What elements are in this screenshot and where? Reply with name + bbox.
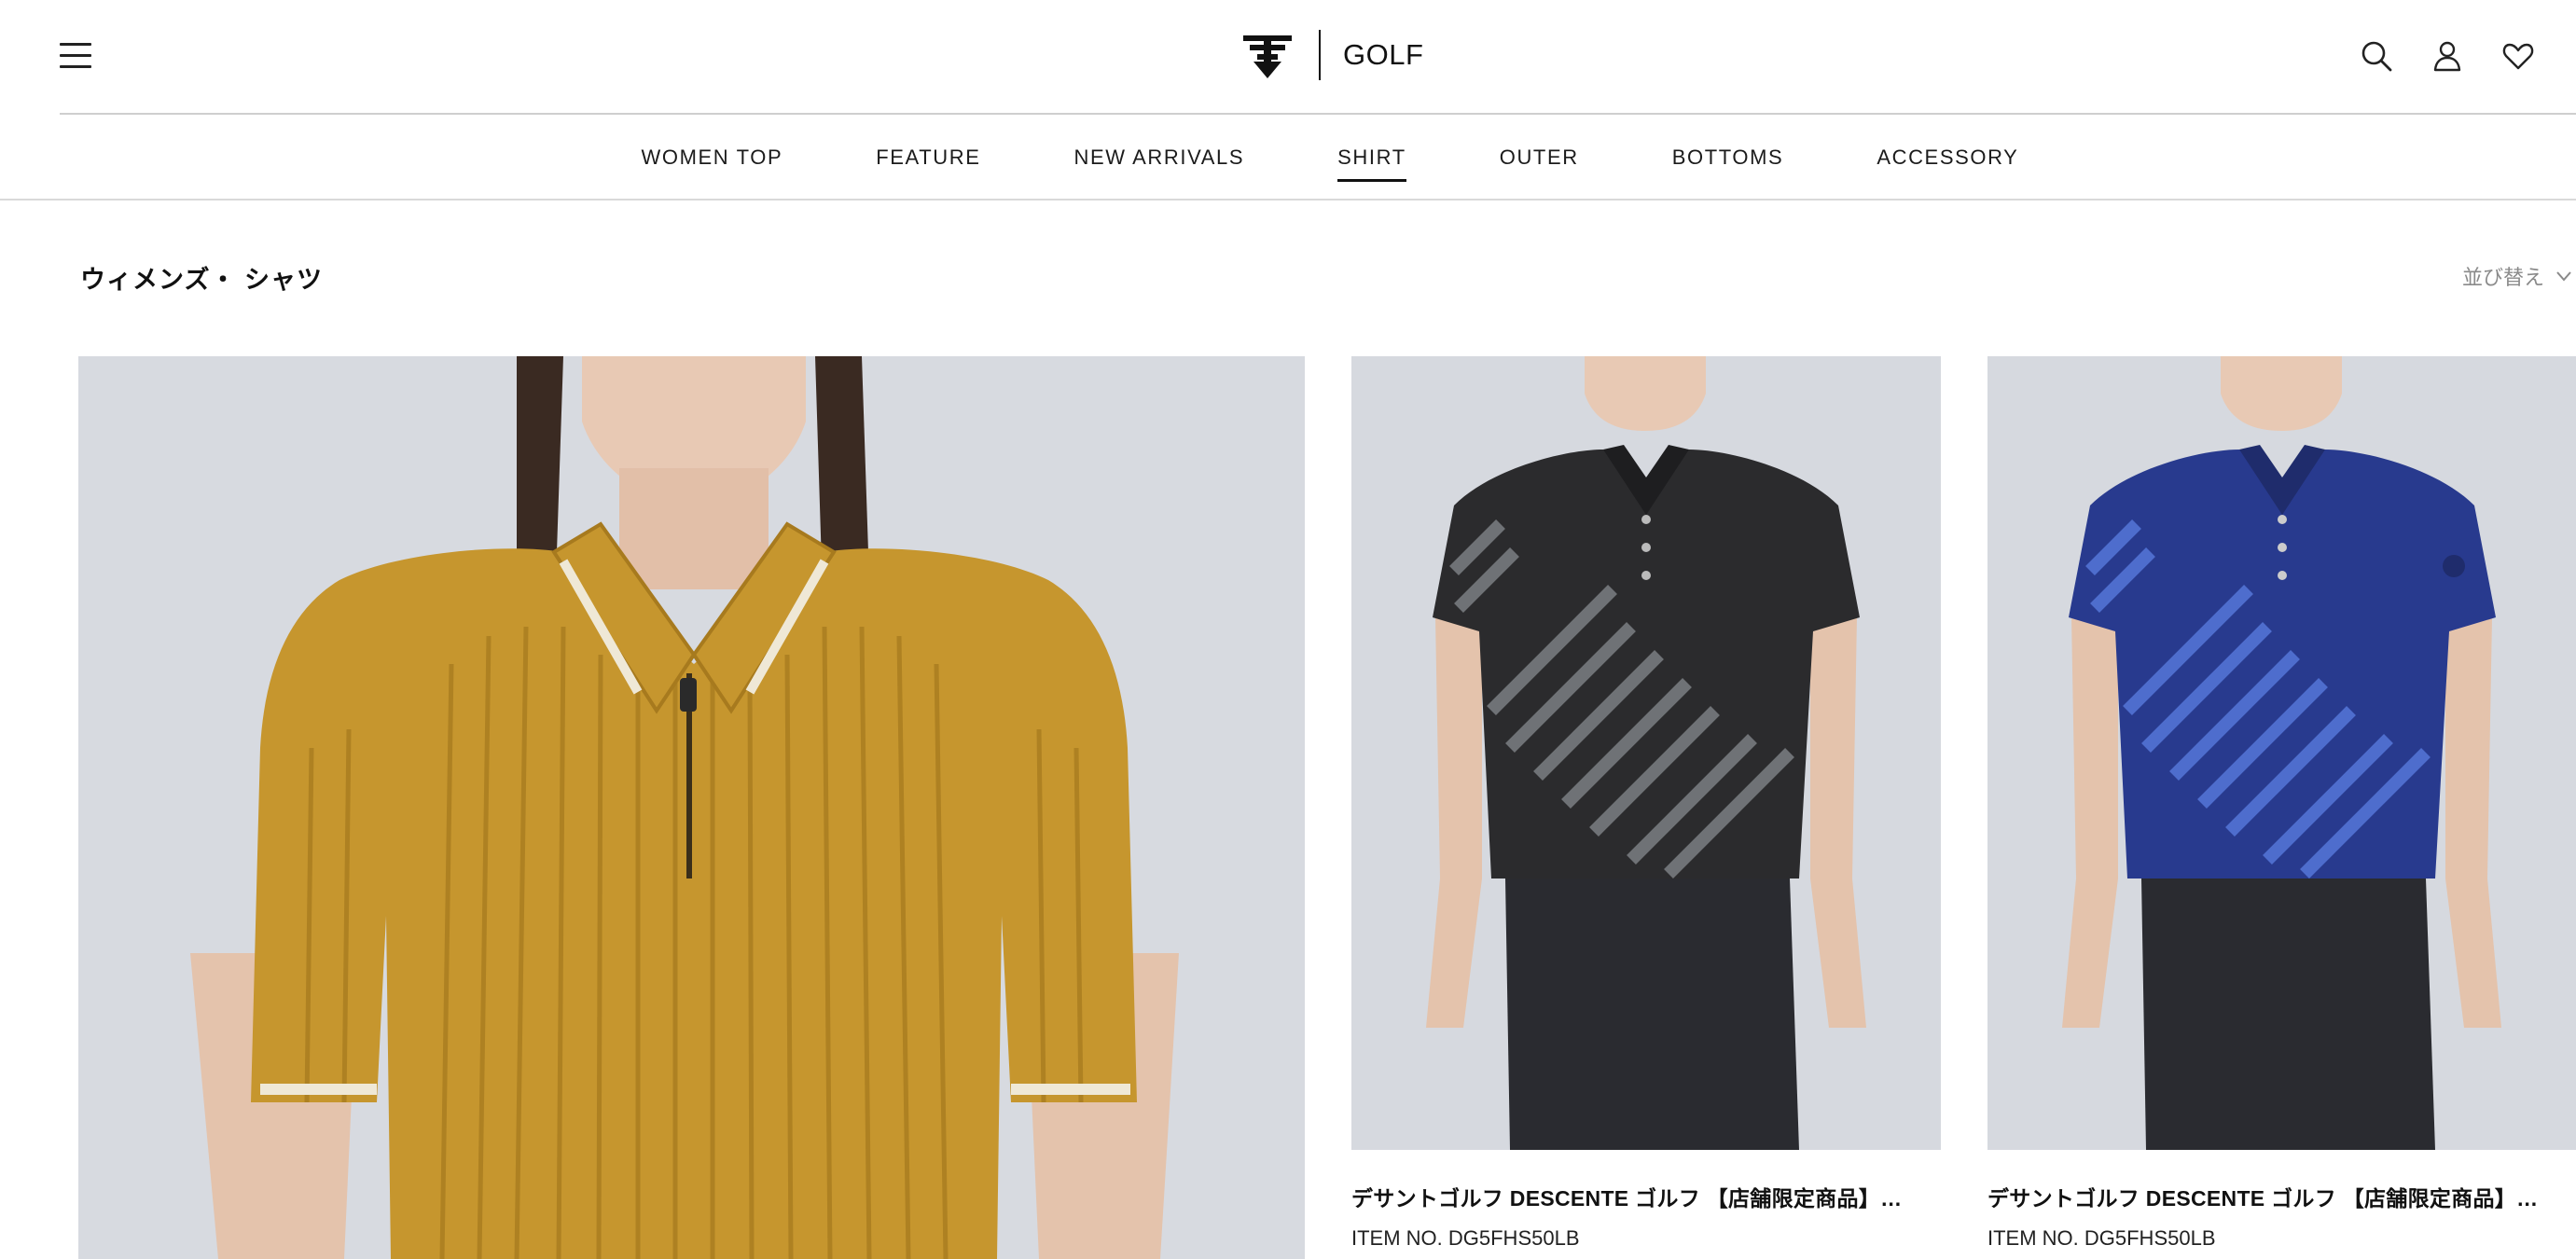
descente-logo-icon (1243, 35, 1292, 78)
nav-item-new-arrivals[interactable]: NEW ARRIVALS (1074, 139, 1245, 176)
nav-item-outer[interactable]: OUTER (1500, 139, 1579, 176)
nav-item-shirt[interactable]: SHIRT (1337, 139, 1406, 182)
chevron-down-icon (2556, 271, 2571, 282)
search-icon[interactable] (2358, 37, 2395, 75)
product-name-3[interactable]: デサントゴルフ DESCENTE ゴルフ 【店舗限定商品】… (1987, 1181, 2566, 1212)
page-title: ウィメンズ・ シャツ (80, 266, 323, 294)
site-logo[interactable]: GOLF (1240, 28, 1423, 82)
page: GOLF WOMEN TOP FEATURE NEW ARRIVALS SHIR… (0, 0, 2576, 1259)
sort-label: 並び替え (2462, 266, 2545, 289)
sort-dropdown[interactable]: 並び替え (2462, 261, 2574, 291)
product-image-3[interactable] (1987, 356, 2576, 1150)
menu-icon[interactable] (60, 41, 91, 69)
account-icon[interactable] (2429, 37, 2466, 75)
nav-item-bottoms[interactable]: BOTTOMS (1672, 139, 1784, 176)
product-image-1[interactable] (78, 356, 1305, 1259)
category-nav: WOMEN TOP FEATURE NEW ARRIVALS SHIRT OUT… (0, 115, 2576, 201)
nav-item-women-top[interactable]: WOMEN TOP (642, 139, 783, 176)
product-item-no-3: ITEM NO. DG5FHS50LB (1987, 1226, 2216, 1250)
logo-text: GOLF (1343, 38, 1424, 71)
product-image-2[interactable] (1351, 356, 1941, 1150)
product-name-2[interactable]: デサントゴルフ DESCENTE ゴルフ 【店舗限定商品】… (1351, 1181, 1930, 1212)
nav-item-feature[interactable]: FEATURE (876, 139, 980, 176)
nav-item-accessory[interactable]: ACCESSORY (1877, 139, 2018, 176)
product-item-no-2: ITEM NO. DG5FHS50LB (1351, 1226, 1580, 1250)
site-header: GOLF (0, 0, 2576, 115)
heart-icon[interactable] (2500, 37, 2537, 75)
header-icons (2352, 37, 2576, 75)
logo-divider (1319, 30, 1321, 80)
